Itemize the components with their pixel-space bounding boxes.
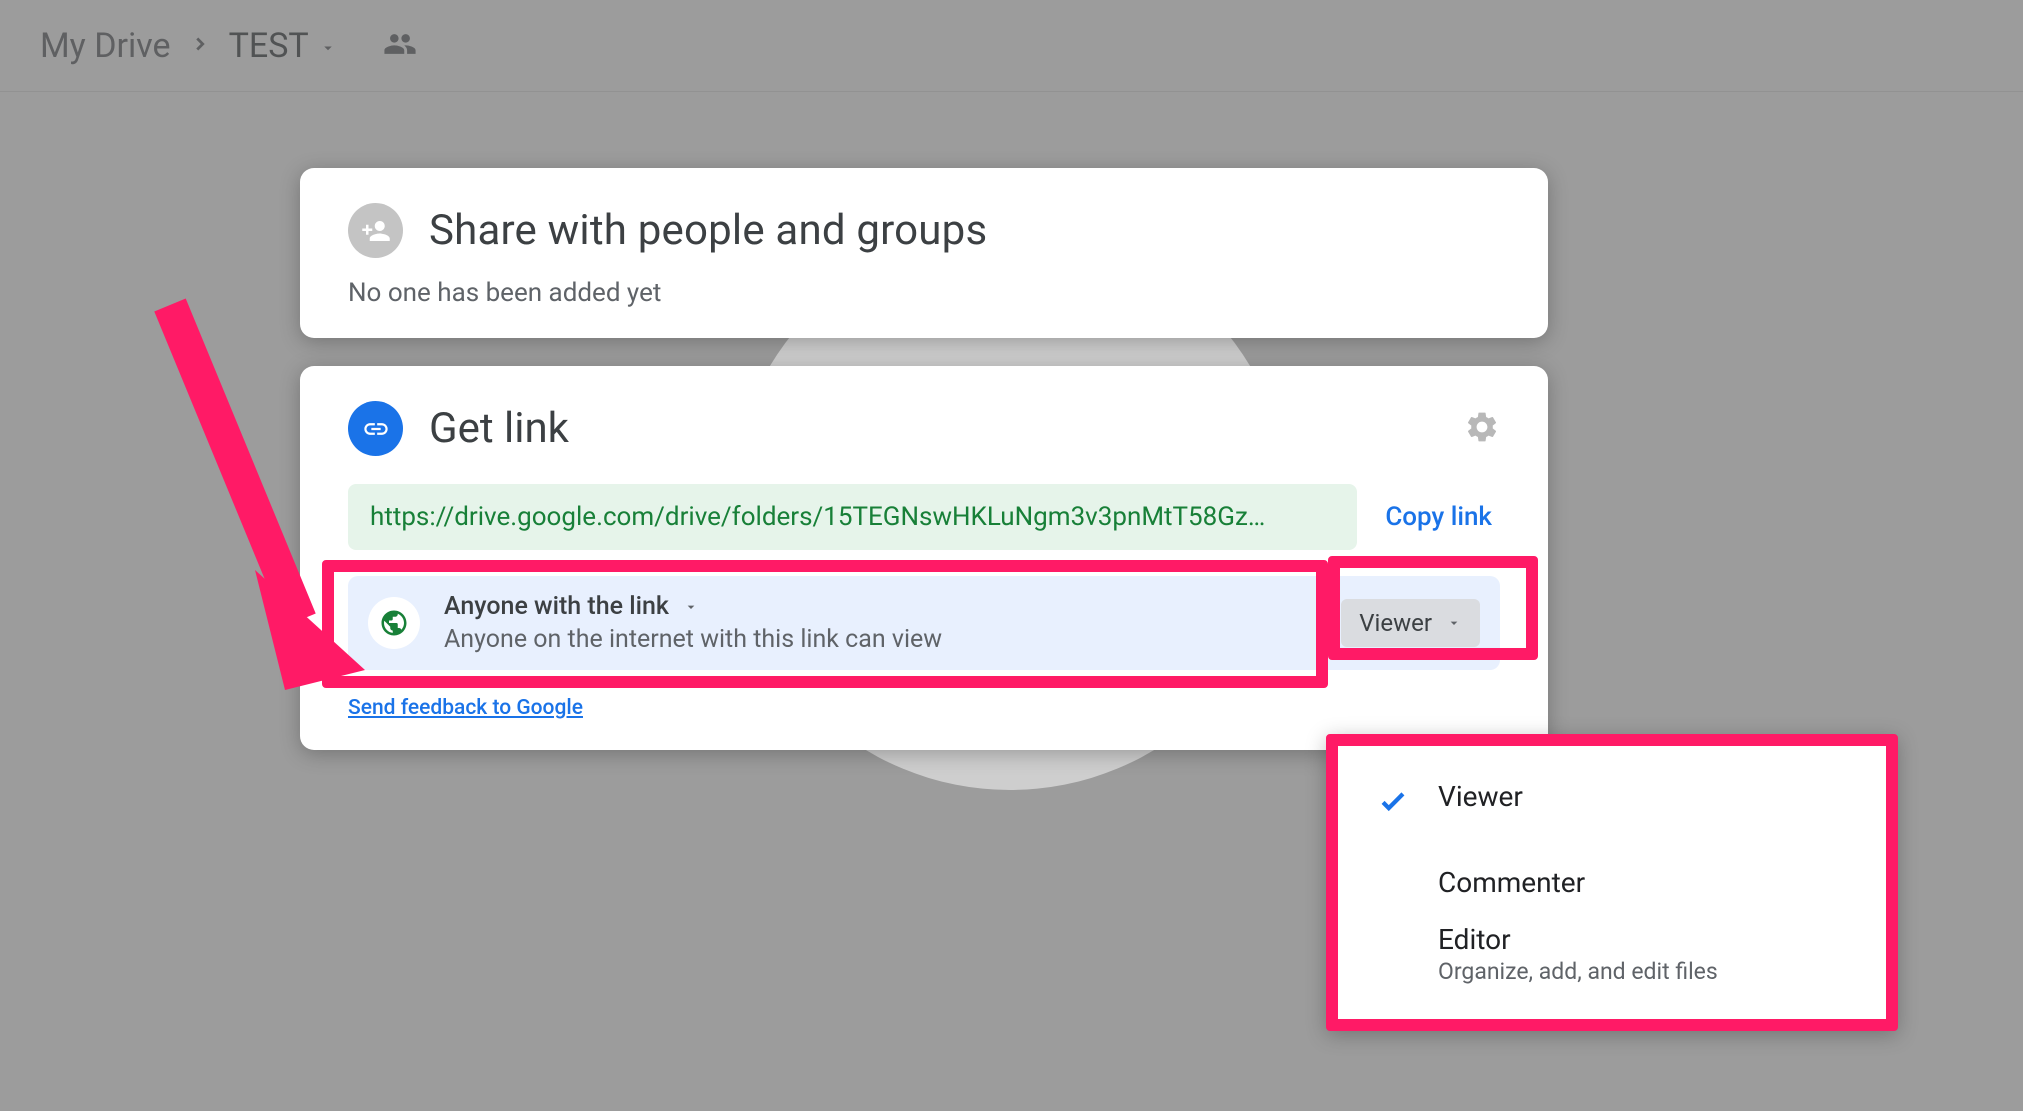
role-option-label: Viewer (1438, 780, 1523, 813)
role-option-viewer[interactable]: Viewer (1338, 768, 1886, 834)
role-option-editor[interactable]: Editor Organize, add, and edit files (1338, 911, 1886, 997)
link-row: https://drive.google.com/drive/folders/1… (348, 484, 1500, 550)
caret-down-icon (1446, 615, 1462, 631)
share-subtitle: No one has been added yet (348, 278, 1500, 308)
get-link-header: Get link (348, 401, 1500, 456)
access-scope-text: Anyone with the link Anyone on the inter… (444, 592, 1317, 654)
access-scope-selector[interactable]: Anyone with the link (444, 592, 1317, 621)
role-option-label: Editor (1438, 923, 1718, 956)
role-label: Viewer (1359, 609, 1432, 637)
copy-link-button[interactable]: Copy link (1385, 502, 1500, 532)
role-option-label: Commenter (1438, 866, 1585, 899)
role-option-description: Organize, add, and edit files (1438, 958, 1718, 985)
role-selector[interactable]: Viewer (1341, 599, 1480, 647)
shareable-link-field[interactable]: https://drive.google.com/drive/folders/1… (348, 484, 1357, 550)
share-header: Share with people and groups (348, 203, 1500, 258)
get-link-title: Get link (429, 404, 1438, 453)
access-scope-description: Anyone on the internet with this link ca… (444, 625, 1317, 654)
gear-icon[interactable] (1464, 409, 1500, 449)
share-title[interactable]: Share with people and groups (429, 206, 987, 255)
role-option-commenter[interactable]: Commenter (1338, 854, 1886, 911)
caret-down-icon (683, 599, 699, 615)
role-dropdown-menu: Viewer Commenter Editor Organize, add, a… (1326, 734, 1898, 1031)
person-add-icon (348, 203, 403, 258)
access-scope-row: Anyone with the link Anyone on the inter… (348, 576, 1500, 670)
link-icon (348, 401, 403, 456)
send-feedback-link[interactable]: Send feedback to Google (348, 696, 583, 720)
share-people-card: Share with people and groups No one has … (300, 168, 1548, 338)
share-dialog: Share with people and groups No one has … (300, 168, 1548, 778)
check-icon (1376, 803, 1410, 822)
access-scope-label: Anyone with the link (444, 592, 669, 621)
globe-icon (368, 597, 420, 649)
get-link-card: Get link https://drive.google.com/drive/… (300, 366, 1548, 750)
